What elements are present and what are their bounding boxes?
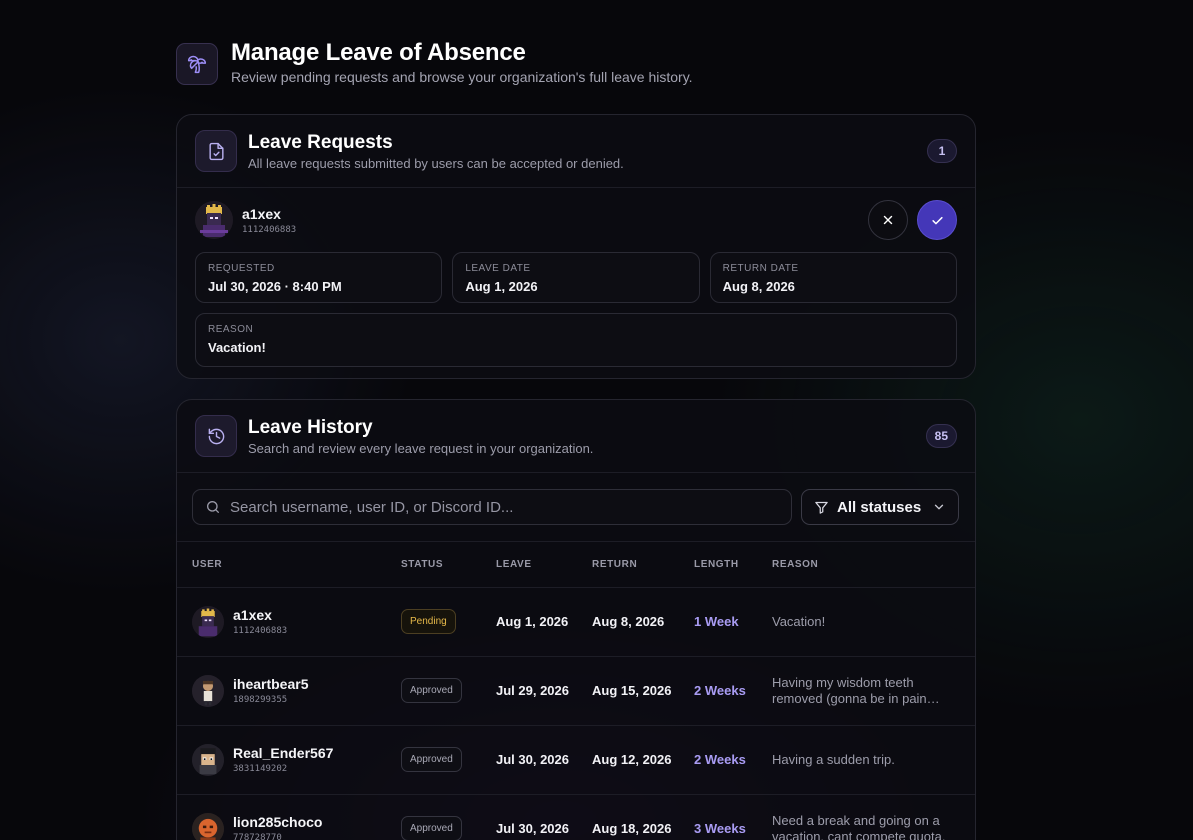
row-username: iheartbear5: [233, 676, 309, 692]
page-title: Manage Leave of Absence: [231, 39, 526, 66]
row-length: 2 Weeks: [694, 656, 772, 726]
avatar: [192, 605, 224, 638]
chevron-down-icon: [934, 504, 944, 510]
leave-history-header: Leave History Search and review every le…: [177, 400, 975, 473]
row-leave-date: Jul 30, 2026: [496, 725, 592, 795]
column-header-leave[interactable]: LEAVE: [496, 542, 592, 588]
search-input[interactable]: [230, 498, 791, 516]
leave-date-value: Aug 1, 2026: [465, 279, 538, 294]
search-icon: [207, 501, 219, 513]
row-leave-date: Aug 1, 2026: [496, 587, 592, 657]
column-header-status[interactable]: STATUS: [401, 542, 496, 588]
status-filter-value: All statuses: [837, 498, 922, 516]
return-date-label: RETURN DATE: [722, 263, 799, 274]
row-leave-date: Jul 30, 2026: [496, 794, 592, 840]
table-row[interactable]: Real_Ender567 3831149202 Approved Jul 30…: [177, 725, 975, 795]
table-row[interactable]: iheartbear5 1898299355 Approved Jul 29, …: [177, 656, 975, 726]
row-user-id: 1112406883: [233, 626, 288, 636]
table-header-row: USER STATUS LEAVE RETURN LENGTH REASON: [177, 542, 975, 588]
request-username: a1xex: [242, 205, 281, 222]
status-badge: Approved: [401, 816, 462, 840]
reason-label: REASON: [208, 324, 254, 335]
row-username: a1xex: [233, 607, 272, 623]
row-return-date: Aug 12, 2026: [592, 725, 694, 795]
filter-icon: [815, 501, 828, 514]
leave-history-title: Leave History: [248, 416, 373, 438]
leave-history-card: Leave History Search and review every le…: [176, 399, 976, 840]
row-return-date: Aug 18, 2026: [592, 794, 694, 840]
request-user-id: 1112406883: [242, 224, 297, 235]
history-table: USER STATUS LEAVE RETURN LENGTH REASON a…: [177, 542, 975, 840]
history-icon: [195, 415, 237, 457]
page: Manage Leave of Absence Review pending r…: [176, 38, 976, 840]
avatar: [192, 743, 224, 776]
row-username: Real_Ender567: [233, 745, 334, 761]
row-user-id: 778728770: [233, 833, 282, 840]
row-user-id: 1898299355: [233, 695, 288, 705]
row-length: 3 Weeks: [694, 794, 772, 840]
column-header-return[interactable]: RETURN: [592, 542, 694, 588]
leave-requests-header: Leave Requests All leave requests submit…: [177, 115, 975, 188]
leave-request-item: a1xex 1112406883 REQUESTED Jul 30, 2026 …: [177, 188, 975, 378]
deny-button[interactable]: [868, 200, 908, 240]
row-length: 2 Weeks: [694, 725, 772, 795]
leave-date-label: LEAVE DATE: [465, 263, 531, 274]
file-check-icon: [195, 130, 237, 172]
page-subtitle: Review pending requests and browse your …: [231, 69, 693, 85]
search-box[interactable]: [192, 489, 792, 525]
palm-tree-icon: [176, 43, 218, 85]
requested-label: REQUESTED: [208, 263, 275, 274]
row-reason: Having my wisdom teeth removed (gonna be…: [772, 674, 927, 706]
close-icon: [883, 215, 893, 225]
table-row[interactable]: lion285choco 778728770 Approved Jul 30, …: [177, 794, 975, 840]
leave-requests-title: Leave Requests: [248, 131, 393, 153]
accept-button[interactable]: [917, 200, 957, 240]
row-username: lion285choco: [233, 814, 323, 830]
requested-value: Jul 30, 2026 · 8:40 PM: [208, 279, 342, 294]
row-leave-date: Jul 29, 2026: [496, 656, 592, 726]
row-return-date: Aug 15, 2026: [592, 656, 694, 726]
status-badge: Approved: [401, 678, 462, 703]
avatar: [192, 674, 224, 707]
row-reason: Need a break and going on a vacation, ca…: [772, 812, 946, 840]
row-reason: Having a sudden trip.: [772, 751, 895, 767]
avatar: [195, 201, 233, 239]
row-reason: Vacation!: [772, 613, 826, 629]
leave-requests-card: Leave Requests All leave requests submit…: [176, 114, 976, 379]
reason-box: REASON Vacation!: [195, 313, 957, 367]
reason-value: Vacation!: [208, 340, 266, 355]
history-count-badge: 85: [925, 424, 957, 448]
return-date-box: RETURN DATE Aug 8, 2026: [709, 252, 957, 303]
status-filter-select[interactable]: All statuses: [801, 489, 959, 525]
status-badge: Approved: [401, 747, 462, 772]
requested-box: REQUESTED Jul 30, 2026 · 8:40 PM: [195, 252, 443, 303]
page-header: Manage Leave of Absence Review pending r…: [176, 38, 976, 114]
history-toolbar: All statuses: [177, 473, 975, 542]
row-return-date: Aug 8, 2026: [592, 587, 694, 657]
leave-date-box: LEAVE DATE Aug 1, 2026: [452, 252, 700, 303]
leave-history-subtitle: Search and review every leave request in…: [248, 440, 594, 456]
row-user-id: 3831149202: [233, 764, 288, 774]
table-row[interactable]: a1xex 1112406883 Pending Aug 1, 2026 Aug…: [177, 587, 975, 657]
return-date-value: Aug 8, 2026: [722, 279, 795, 294]
pending-count-badge: 1: [927, 139, 957, 163]
row-length: 1 Week: [694, 587, 772, 657]
leave-requests-subtitle: All leave requests submitted by users ca…: [248, 155, 624, 171]
column-header-user[interactable]: USER: [177, 542, 401, 588]
column-header-reason[interactable]: REASON: [772, 542, 975, 588]
column-header-length[interactable]: LENGTH: [694, 542, 772, 588]
status-badge: Pending: [401, 609, 456, 634]
check-icon: [931, 216, 943, 224]
avatar: [192, 812, 224, 840]
